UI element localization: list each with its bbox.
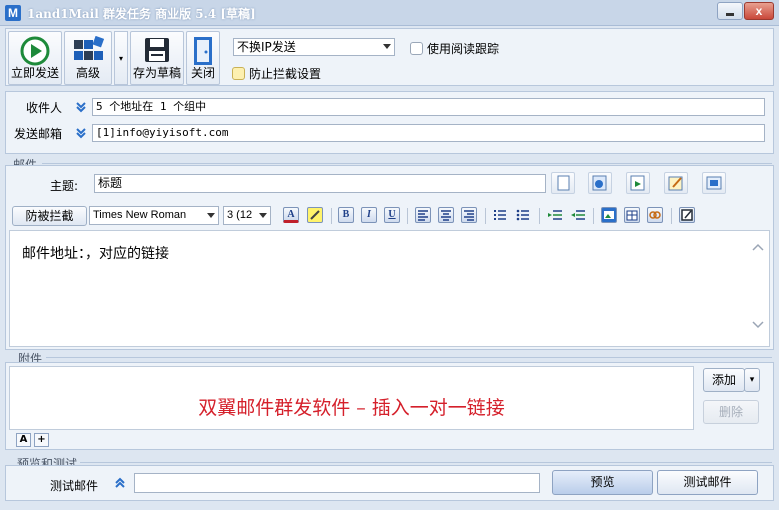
chevron-down-icon <box>383 44 391 49</box>
to-label: 收件人 <box>26 101 63 115</box>
source-edit-icon[interactable] <box>679 207 695 223</box>
attach-a-button[interactable]: A <box>16 433 31 447</box>
mail-panel: 主题: 标题 防被拦截 Times New Roman 3 (12 A B I … <box>5 165 774 350</box>
separator <box>407 208 408 224</box>
divider <box>46 357 772 358</box>
to-field[interactable]: 5 个地址在 1 个组中 <box>92 98 765 116</box>
anti-block-label: 防止拦截设置 <box>249 67 322 81</box>
anti-block-button[interactable]: 防被拦截 <box>12 206 87 226</box>
preview-panel: 测试邮件 预览 测试邮件 <box>5 465 774 501</box>
insert-link-icon[interactable] <box>647 207 663 223</box>
test-mail-button[interactable]: 测试邮件 <box>657 470 758 495</box>
outdent-icon[interactable] <box>569 207 585 223</box>
bold-button[interactable]: B <box>338 207 354 223</box>
test-mail-input[interactable] <box>134 473 540 493</box>
advanced-button[interactable]: 高级 <box>64 31 112 85</box>
web-icon[interactable] <box>588 172 612 194</box>
add-attachment-button[interactable]: 添加 <box>703 368 745 392</box>
document-icon[interactable] <box>551 172 575 194</box>
promo-banner: 双翼邮件群发软件 – 插入一对一链接 <box>198 397 505 419</box>
minimize-button[interactable] <box>717 2 743 20</box>
ip-mode-select[interactable]: 不换IP发送 <box>233 38 395 56</box>
bullet-list-icon[interactable] <box>515 207 531 223</box>
attach-plus-button[interactable]: + <box>34 433 49 447</box>
align-right-icon[interactable] <box>461 207 477 223</box>
attachments-panel: 双翼邮件群发软件 – 插入一对一链接 添加 ▾ 删除 A + <box>5 362 774 450</box>
subject-input[interactable]: 标题 <box>94 174 546 193</box>
chevron-down-icon <box>259 213 267 218</box>
underline-button[interactable]: U <box>384 207 400 223</box>
app-logo-icon: M <box>5 5 21 21</box>
from-label: 发送邮箱 <box>14 127 63 141</box>
recipients-panel: 收件人 5 个地址在 1 个组中 发送邮箱 [1]info@yiyisoft.c… <box>5 91 774 154</box>
test-mail-label: 测试邮件 <box>50 479 99 493</box>
read-tracking-label: 使用阅读跟踪 <box>427 42 500 56</box>
font-color-button[interactable]: A <box>283 207 299 223</box>
subject-value: 标题 <box>98 176 123 190</box>
anti-block-checkbox[interactable] <box>232 67 245 80</box>
numbered-list-icon[interactable] <box>492 207 508 223</box>
save-draft-label: 存为草稿 <box>132 66 181 80</box>
chevron-down-icon[interactable] <box>75 101 87 113</box>
preview-button[interactable]: 预览 <box>552 470 653 495</box>
insert-image-icon[interactable] <box>601 207 617 223</box>
insert-table-icon[interactable] <box>624 207 640 223</box>
divider <box>42 163 772 164</box>
chevron-up-icon[interactable] <box>114 477 126 489</box>
indent-icon[interactable] <box>546 207 562 223</box>
delete-attachment-button[interactable]: 删除 <box>703 400 759 424</box>
advanced-dropdown-arrow[interactable]: ▾ <box>114 31 128 85</box>
separator <box>593 208 594 224</box>
read-tracking-checkbox[interactable]: 使用阅读跟踪 <box>410 40 499 57</box>
save-icon <box>145 38 169 62</box>
font-size-value: 3 (12 <box>227 209 253 221</box>
attachments-list[interactable]: 双翼邮件群发软件 – 插入一对一链接 <box>9 366 694 430</box>
send-now-label: 立即发送 <box>10 66 59 80</box>
close-icon: x <box>755 4 763 18</box>
close-task-label: 关闭 <box>190 66 215 80</box>
advanced-label: 高级 <box>75 66 100 80</box>
message-editor[interactable]: 邮件地址：，对应的链接 <box>9 230 770 347</box>
anti-block-settings[interactable]: 防止拦截设置 <box>232 65 321 82</box>
chevron-up-icon[interactable] <box>752 243 764 254</box>
separator <box>485 208 486 224</box>
highlight-icon[interactable] <box>307 207 323 223</box>
separator <box>671 208 672 224</box>
chevron-down-icon <box>207 213 215 218</box>
add-dropdown-arrow[interactable]: ▾ <box>744 368 760 392</box>
edit-icon[interactable] <box>664 172 688 194</box>
chevron-down-icon[interactable] <box>75 127 87 139</box>
chevron-down-icon[interactable] <box>752 321 764 332</box>
align-center-icon[interactable] <box>438 207 454 223</box>
from-field[interactable]: [1]info@yiyisoft.com <box>92 124 765 142</box>
font-size-select[interactable]: 3 (12 <box>223 206 271 225</box>
italic-button[interactable]: I <box>361 207 377 223</box>
message-body[interactable]: 邮件地址：，对应的链接 <box>22 243 169 263</box>
close-window-button[interactable]: x <box>744 2 774 20</box>
font-name-select[interactable]: Times New Roman <box>89 206 219 225</box>
grid-icon <box>74 36 104 60</box>
import-icon[interactable] <box>626 172 650 194</box>
play-icon <box>20 36 50 66</box>
status-strip <box>0 504 779 510</box>
save-draft-button[interactable]: 存为草稿 <box>130 31 184 85</box>
door-icon <box>194 37 212 65</box>
align-left-icon[interactable] <box>415 207 431 223</box>
divider <box>80 462 772 463</box>
checkbox-box[interactable] <box>410 42 423 55</box>
minimize-icon <box>726 12 734 16</box>
font-name-value: Times New Roman <box>93 209 187 221</box>
separator <box>539 208 540 224</box>
image-icon[interactable] <box>702 172 726 194</box>
send-now-button[interactable]: 立即发送 <box>8 31 62 85</box>
window-title: 1and1Mail 群发任务 商业版 5.4 [草稿] <box>27 7 256 21</box>
subject-label: 主题: <box>50 179 79 193</box>
format-toolbar: 防被拦截 Times New Roman 3 (12 A B I U <box>9 204 770 228</box>
title-bar: M 1and1Mail 群发任务 商业版 5.4 [草稿] x <box>0 0 779 26</box>
close-task-button[interactable]: 关闭 <box>186 31 220 85</box>
main-toolbar: 立即发送 高级 ▾ 存为草稿 关闭 不换IP发送 使用阅读跟踪 防止拦截设置 <box>5 28 774 86</box>
separator <box>331 208 332 224</box>
ip-mode-value: 不换IP发送 <box>237 40 296 54</box>
